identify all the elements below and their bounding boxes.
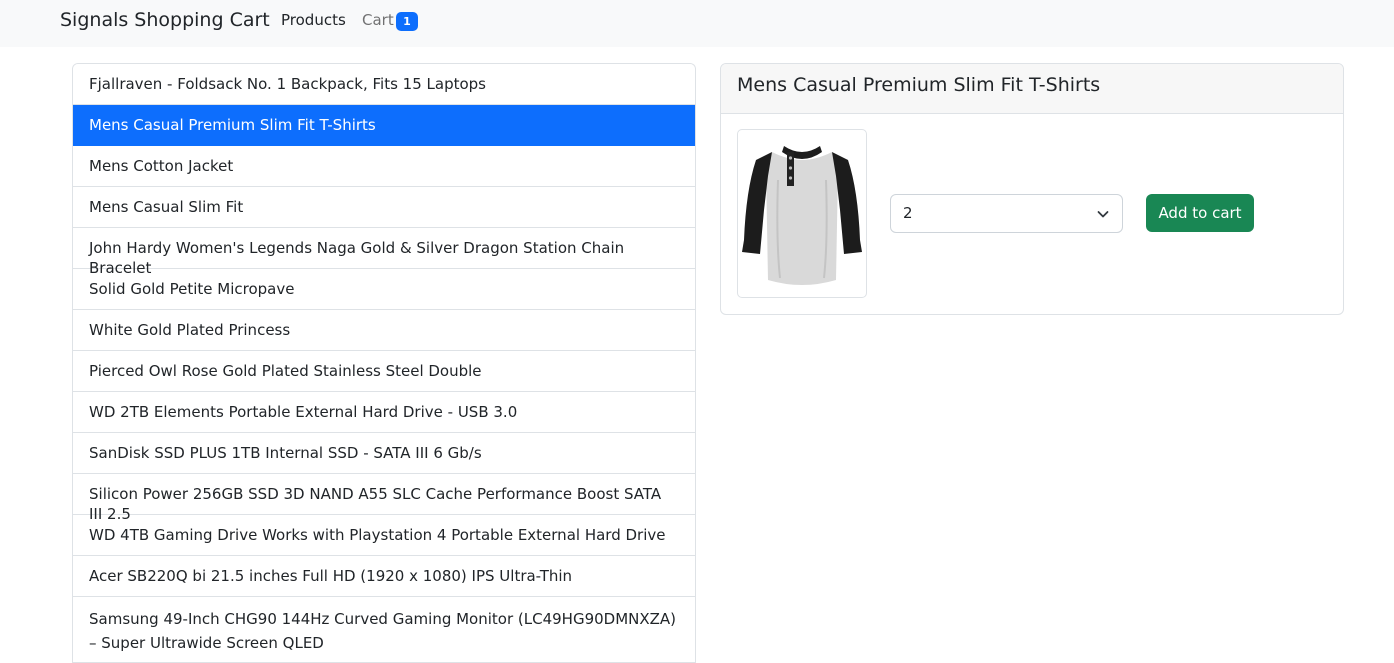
nav-cart-link[interactable]: Cart xyxy=(362,10,394,30)
nav-products-link[interactable]: Products xyxy=(281,10,346,30)
product-list: Fjallraven - Foldsack No. 1 Backpack, Fi… xyxy=(72,63,696,663)
product-list-item[interactable]: Mens Casual Slim Fit xyxy=(73,187,695,228)
product-list-item[interactable]: Silicon Power 256GB SSD 3D NAND A55 SLC … xyxy=(73,474,695,523)
product-list-item[interactable]: White Gold Plated Princess xyxy=(73,310,695,351)
raglan-henley-shirt-image xyxy=(742,146,862,285)
product-list-item[interactable]: SanDisk SSD PLUS 1TB Internal SSD - SATA… xyxy=(73,433,695,474)
product-detail-card: Mens Casual Premium Slim Fit T-Shirts 2 xyxy=(720,63,1344,315)
chevron-down-icon xyxy=(1097,211,1109,218)
product-list-item[interactable]: WD 4TB Gaming Drive Works with Playstati… xyxy=(73,515,695,556)
product-list-item[interactable]: WD 2TB Elements Portable External Hard D… xyxy=(73,392,695,433)
product-list-item[interactable]: Pierced Owl Rose Gold Plated Stainless S… xyxy=(73,351,695,392)
navbar: Signals Shopping Cart Products Cart 1 xyxy=(0,0,1394,47)
product-image xyxy=(737,129,867,298)
product-list-item[interactable]: Acer SB220Q bi 21.5 inches Full HD (1920… xyxy=(73,556,695,597)
product-list-item-active[interactable]: Mens Casual Premium Slim Fit T-Shirts xyxy=(73,105,695,146)
product-list-item[interactable]: Solid Gold Petite Micropave xyxy=(73,269,695,310)
product-list-item[interactable]: John Hardy Women's Legends Naga Gold & S… xyxy=(73,228,695,277)
quantity-select[interactable]: 2 xyxy=(890,194,1123,233)
cart-count-badge[interactable]: 1 xyxy=(396,12,418,31)
brand-link[interactable]: Signals Shopping Cart xyxy=(60,8,270,32)
product-list-item[interactable]: Samsung 49-Inch CHG90 144Hz Curved Gamin… xyxy=(73,597,695,663)
product-list-item[interactable]: Mens Cotton Jacket xyxy=(73,146,695,187)
product-list-item[interactable]: Fjallraven - Foldsack No. 1 Backpack, Fi… xyxy=(73,64,695,105)
product-detail-title: Mens Casual Premium Slim Fit T-Shirts xyxy=(721,64,1343,114)
add-to-cart-button[interactable]: Add to cart xyxy=(1146,194,1254,232)
quantity-value: 2 xyxy=(903,204,913,222)
